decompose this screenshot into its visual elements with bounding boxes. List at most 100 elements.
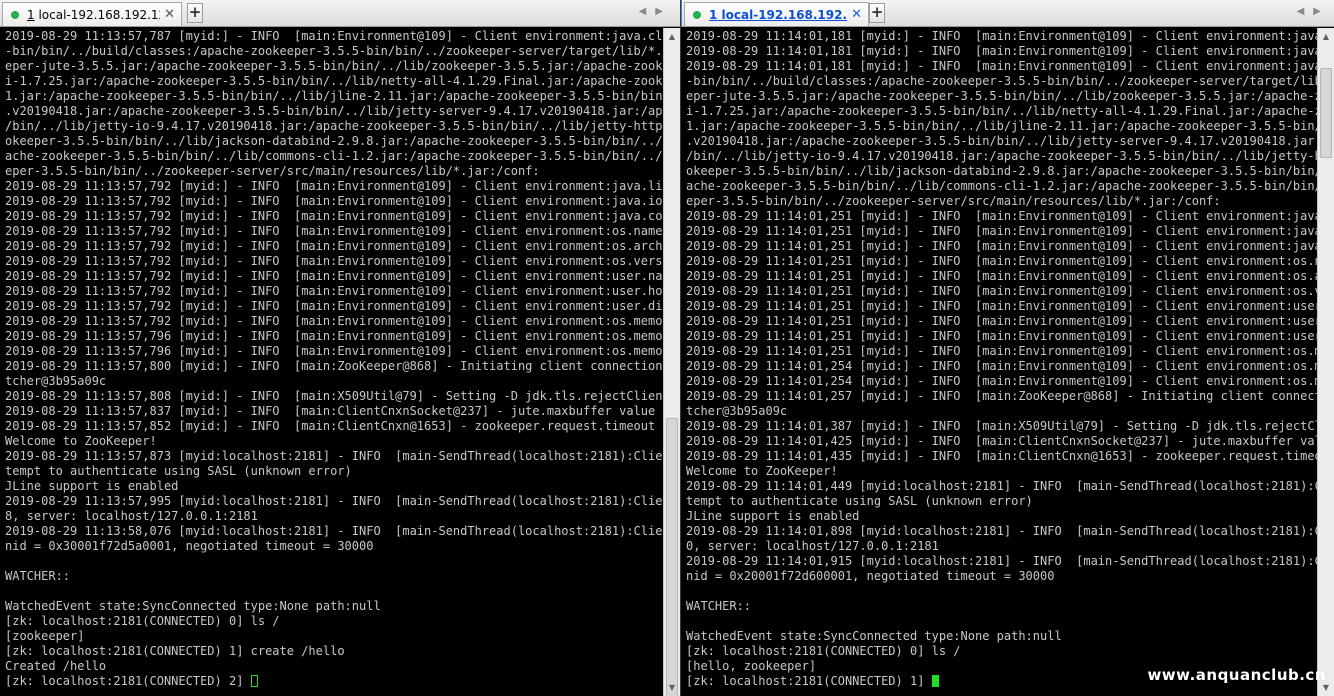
terminal-line: WATCHER::	[686, 599, 752, 613]
right-tab-nav: ◀▶	[1297, 6, 1330, 17]
scroll-up-icon[interactable]: ▲	[664, 28, 680, 45]
terminal-line: okeeper-3.5.5-bin/bin/../lib/jackson-dat…	[5, 134, 663, 148]
terminal-line: 2019-08-29 11:14:01,181 [myid:] - INFO […	[686, 44, 1334, 58]
terminal-line: WatchedEvent state:SyncConnected type:No…	[686, 629, 1062, 643]
chevron-right-icon[interactable]: ▶	[655, 6, 672, 17]
terminal-line: 2019-08-29 11:13:57,837 [myid:] - INFO […	[5, 404, 670, 418]
terminal-line: Welcome to ZooKeeper!	[5, 434, 157, 448]
terminal-line: eper-jute-3.5.5.jar:/apache-zookeeper-3.…	[686, 89, 1334, 103]
terminal-line: 2019-08-29 11:14:01,251 [myid:] - INFO […	[686, 209, 1334, 223]
terminal-line: 2019-08-29 11:14:01,251 [myid:] - INFO […	[686, 224, 1334, 238]
terminal-line: /bin/../lib/jetty-io-9.4.17.v20190418.ja…	[5, 119, 670, 133]
terminal-line: 2019-08-29 11:14:01,257 [myid:] - INFO […	[686, 389, 1334, 403]
terminal-line: 2019-08-29 11:13:57,792 [myid:] - INFO […	[5, 284, 670, 298]
terminal-line: WatchedEvent state:SyncConnected type:No…	[5, 599, 381, 613]
terminal-line: 2019-08-29 11:13:57,873 [myid:localhost:…	[5, 449, 670, 463]
terminal-line: eper-jute-3.5.5.jar:/apache-zookeeper-3.…	[5, 59, 670, 73]
terminal-line: 2019-08-29 11:14:01,251 [myid:] - INFO […	[686, 269, 1334, 283]
terminal-line: 2019-08-29 11:13:57,808 [myid:] - INFO […	[5, 389, 670, 403]
terminal-line: 2019-08-29 11:14:01,251 [myid:] - INFO […	[686, 284, 1334, 298]
right-session-tab[interactable]: 1 local-192.168.192.128 ✕	[684, 2, 869, 26]
terminal-line: 2019-08-29 11:14:01,915 [myid:localhost:…	[686, 554, 1334, 568]
terminal-line: nid = 0x20001f72d600001, negotiated time…	[686, 569, 1055, 583]
close-icon[interactable]: ✕	[851, 7, 862, 22]
terminal-line: .v20190418.jar:/apache-zookeeper-3.5.5-b…	[5, 104, 670, 118]
left-tab-nav: ◀▶	[639, 6, 672, 17]
terminal-line: 2019-08-29 11:13:57,792 [myid:] - INFO […	[5, 314, 670, 328]
terminal-line: -bin/bin/../build/classes:/apache-zookee…	[5, 44, 670, 58]
left-session-tab[interactable]: 1 local-192.168.192.128 ✕	[2, 2, 182, 26]
close-icon[interactable]: ✕	[164, 7, 175, 22]
status-dot-icon	[11, 10, 19, 19]
terminal-line: 2019-08-29 11:13:57,787 [myid:] - INFO […	[5, 29, 670, 43]
terminal-line: 2019-08-29 11:14:01,251 [myid:] - INFO […	[686, 329, 1334, 343]
terminal-line: 2019-08-29 11:14:01,898 [myid:localhost:…	[686, 524, 1334, 538]
terminal-line: 2019-08-29 11:14:01,449 [myid:localhost:…	[686, 479, 1334, 493]
terminal-line: 2019-08-29 11:13:57,995 [myid:localhost:…	[5, 494, 670, 508]
plus-icon[interactable]: +	[187, 3, 203, 23]
left-session-tab-title: 1 local-192.168.192.128	[27, 8, 160, 22]
plus-icon[interactable]: +	[869, 3, 885, 23]
terminal-line: 2019-08-29 11:13:57,792 [myid:] - INFO […	[5, 194, 670, 208]
terminal-line: [zookeeper]	[5, 629, 85, 643]
terminal-line: 2019-08-29 11:13:57,792 [myid:] - INFO […	[5, 224, 670, 238]
terminal-line: 1.jar:/apache-zookeeper-3.5.5-bin/bin/..…	[686, 119, 1334, 133]
terminal-line: 1.jar:/apache-zookeeper-3.5.5-bin/bin/..…	[5, 89, 670, 103]
terminal-line: 2019-08-29 11:14:01,251 [myid:] - INFO […	[686, 239, 1334, 253]
terminal-line: WATCHER::	[5, 569, 71, 583]
terminal-line: 2019-08-29 11:13:57,792 [myid:] - INFO […	[5, 209, 670, 223]
terminal-line: 2019-08-29 11:13:57,792 [myid:] - INFO […	[5, 239, 670, 253]
right-session-tab-label: local-192.168.192.128	[721, 7, 848, 22]
right-terminal-output[interactable]: 2019-08-29 11:14:01,181 [myid:] - INFO […	[686, 29, 1334, 689]
watermark: www.anquanclub.cn	[1147, 666, 1326, 684]
terminal-line: 2019-08-29 11:13:57,852 [myid:] - INFO […	[5, 419, 670, 433]
right-tab-bar: 1 local-192.168.192.128 ✕ + ◀▶	[681, 0, 1334, 27]
scroll-up-icon[interactable]: ▲	[1318, 28, 1334, 45]
terminal-line: 2019-08-29 11:13:57,796 [myid:] - INFO […	[5, 329, 670, 343]
terminal-line: 2019-08-29 11:14:01,254 [myid:] - INFO […	[686, 359, 1334, 373]
chevron-left-icon[interactable]: ◀	[1297, 6, 1314, 17]
right-terminal-pane[interactable]: 1 local-192.168.192.128 ✕ + ◀▶ 2019-08-2…	[681, 0, 1334, 696]
terminal-line: 2019-08-29 11:14:01,435 [myid:] - INFO […	[686, 449, 1334, 463]
terminal-line: 2019-08-29 11:14:01,251 [myid:] - INFO […	[686, 344, 1334, 358]
terminal-line: 2019-08-29 11:13:57,792 [myid:] - INFO […	[5, 179, 670, 193]
right-scrollbar-thumb[interactable]	[1320, 68, 1332, 158]
terminal-line: eper-3.5.5-bin/bin/../zookeeper-server/s…	[686, 194, 1221, 208]
terminal-line: i-1.7.25.jar:/apache-zookeeper-3.5.5-bin…	[5, 74, 670, 88]
terminal-line: i-1.7.25.jar:/apache-zookeeper-3.5.5-bin…	[686, 104, 1334, 118]
terminal-line: nid = 0x30001f72d5a0001, negotiated time…	[5, 539, 374, 553]
left-scrollbar[interactable]: ▲ ▼	[663, 28, 680, 696]
right-scrollbar[interactable]: ▲ ▼	[1317, 28, 1334, 696]
terminal-line: Created /hello	[5, 659, 107, 673]
terminal-prompt: [zk: localhost:2181(CONNECTED) 2]	[5, 674, 251, 688]
terminal-line: 2019-08-29 11:13:57,800 [myid:] - INFO […	[5, 359, 670, 373]
terminal-line: tcher@3b95a09c	[686, 404, 788, 418]
terminal-line: 2019-08-29 11:13:57,792 [myid:] - INFO […	[5, 299, 670, 313]
terminal-line: 0, server: localhost/127.0.0.1:2181	[686, 539, 939, 553]
cursor-icon	[250, 675, 258, 687]
terminal-line: okeeper-3.5.5-bin/bin/../lib/jackson-dat…	[686, 164, 1334, 178]
terminal-line: 2019-08-29 11:14:01,181 [myid:] - INFO […	[686, 59, 1334, 73]
terminal-line: 2019-08-29 11:14:01,387 [myid:] - INFO […	[686, 419, 1334, 433]
terminal-line: 2019-08-29 11:14:01,254 [myid:] - INFO […	[686, 374, 1334, 388]
terminal-line: 8, server: localhost/127.0.0.1:2181	[5, 509, 258, 523]
status-dot-icon	[693, 10, 701, 19]
terminal-line: 2019-08-29 11:13:57,796 [myid:] - INFO […	[5, 344, 670, 358]
left-scrollbar-thumb[interactable]	[666, 418, 678, 696]
terminal-line: 2019-08-29 11:14:01,251 [myid:] - INFO […	[686, 254, 1334, 268]
terminal-line: ache-zookeeper-3.5.5-bin/bin/../lib/comm…	[5, 149, 670, 163]
terminal-line: [zk: localhost:2181(CONNECTED) 0] ls /	[686, 644, 961, 658]
chevron-left-icon[interactable]: ◀	[639, 6, 656, 17]
scroll-down-icon[interactable]: ▼	[664, 679, 680, 696]
terminal-prompt-line[interactable]: [zk: localhost:2181(CONNECTED) 2]	[5, 674, 670, 689]
left-terminal-output[interactable]: 2019-08-29 11:13:57,787 [myid:] - INFO […	[5, 29, 670, 689]
terminal-line: 2019-08-29 11:13:58,076 [myid:localhost:…	[5, 524, 670, 538]
terminal-line: [zk: localhost:2181(CONNECTED) 0] ls /	[5, 614, 280, 628]
terminal-line: -bin/bin/../build/classes:/apache-zookee…	[686, 74, 1334, 88]
chevron-right-icon[interactable]: ▶	[1313, 6, 1330, 17]
terminal-line: [zk: localhost:2181(CONNECTED) 1] create…	[5, 644, 345, 658]
left-terminal-pane[interactable]: 1 local-192.168.192.128 ✕ + ◀▶ 2019-08-2…	[0, 0, 681, 696]
terminal-line: 2019-08-29 11:13:57,792 [myid:] - INFO […	[5, 269, 670, 283]
